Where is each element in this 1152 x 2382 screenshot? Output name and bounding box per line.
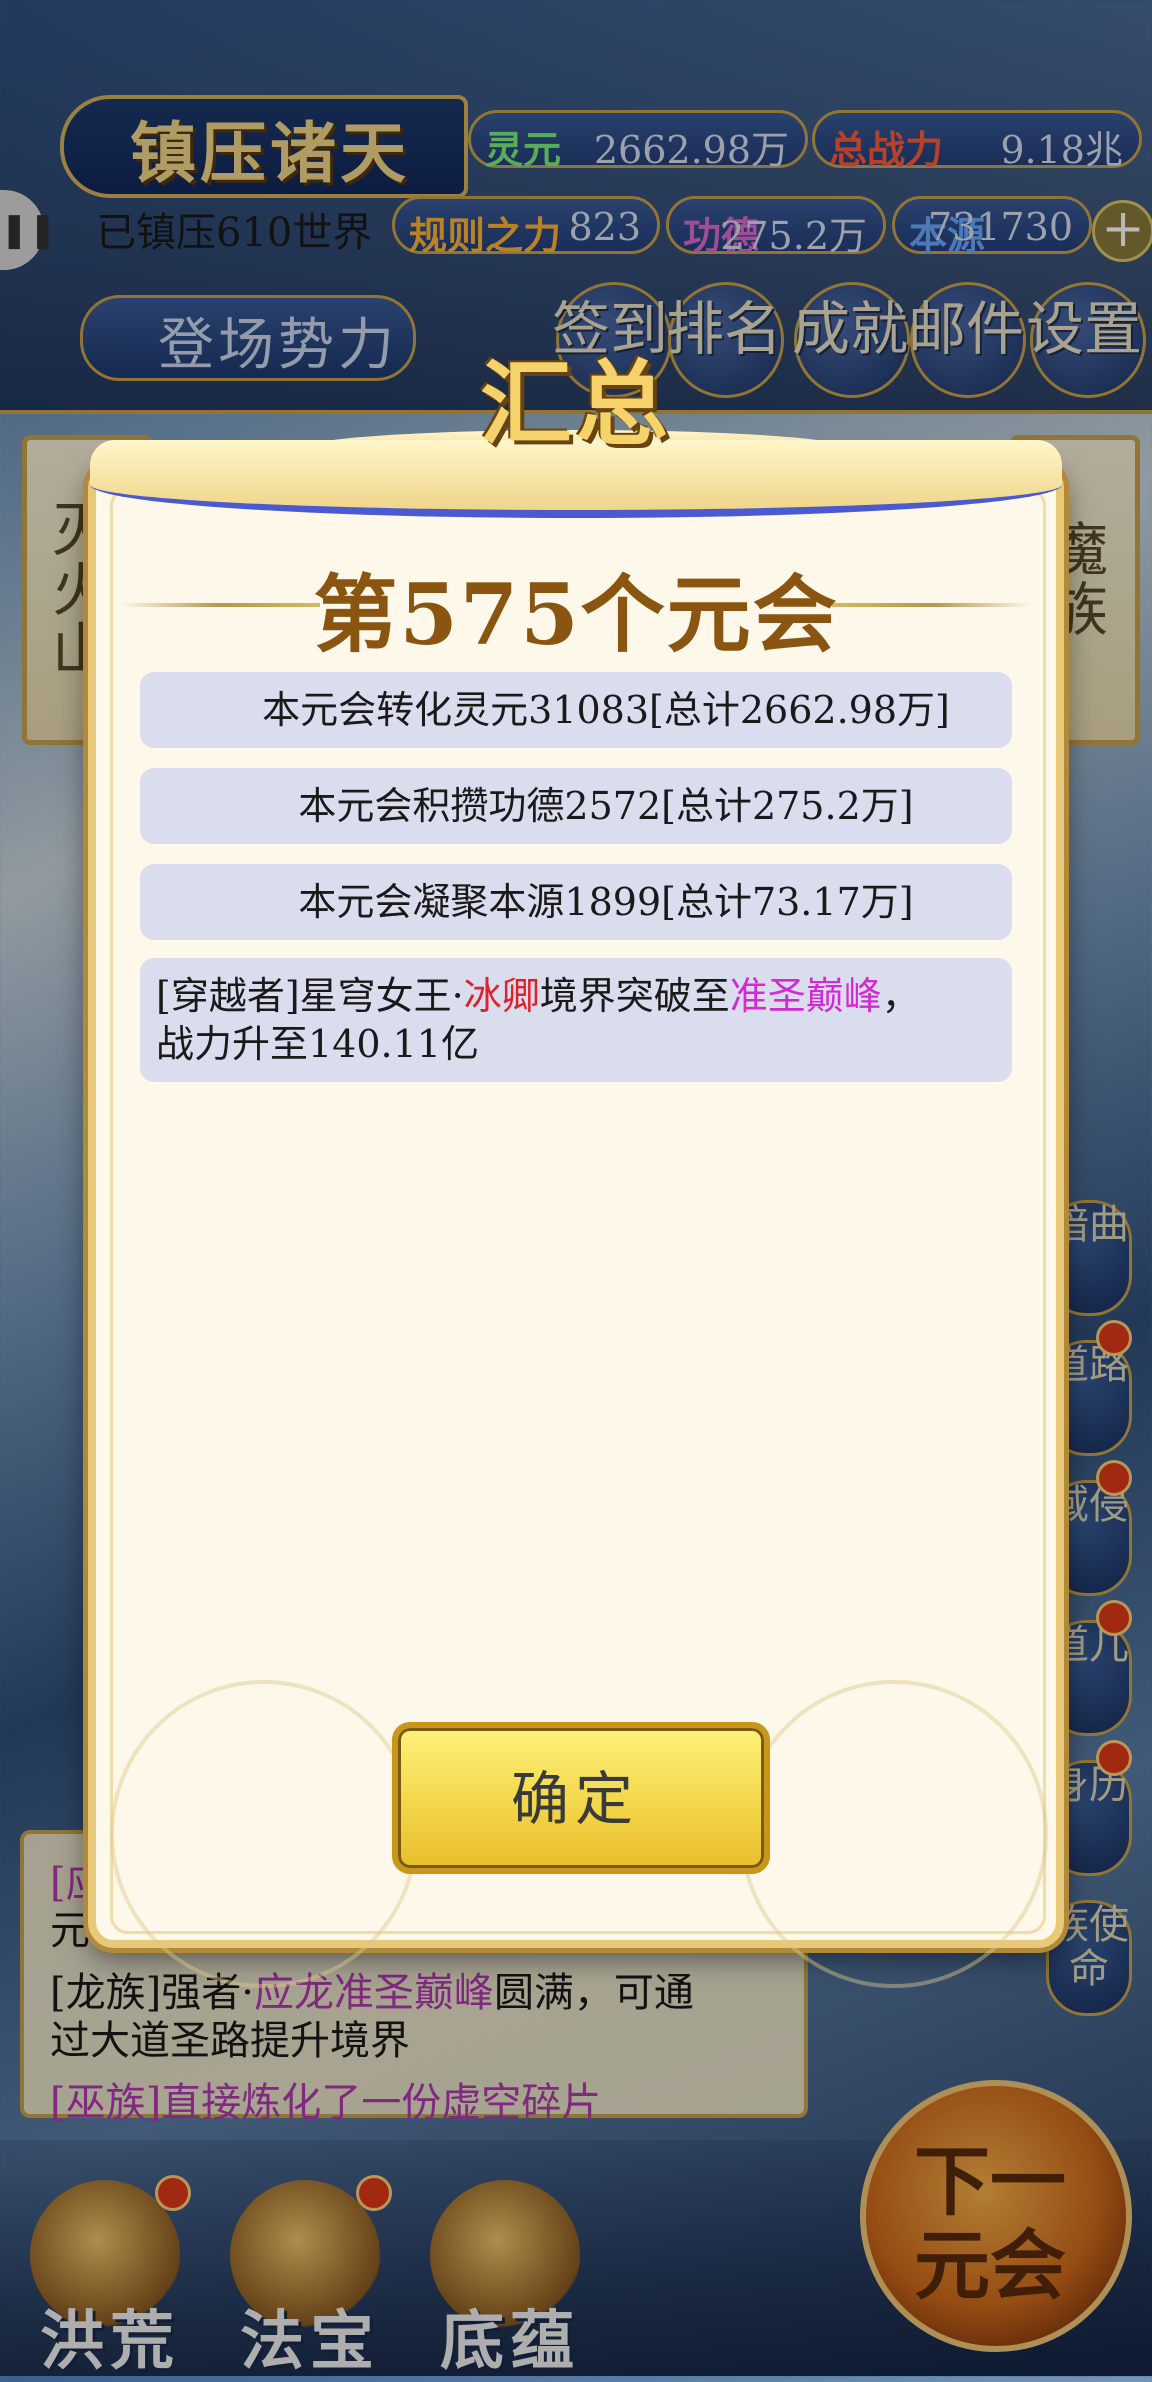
event-suffix: ， — [881, 974, 920, 1018]
divider-left — [120, 603, 320, 607]
decor-swirl-icon — [740, 1680, 1048, 1988]
confirm-button-label: 确定 — [510, 1765, 639, 1833]
decor-swirl-icon — [110, 1680, 418, 1988]
era-title: 第575个元会 — [313, 565, 839, 664]
summary-row-merit: 本元会积攒功德2572[总计275.2万] — [140, 768, 1012, 844]
divider-right — [832, 603, 1032, 607]
event-prefix: [穿越者]星穹女王· — [156, 974, 464, 1018]
event-character-name: 冰卿 — [463, 974, 540, 1018]
dialog-title: 汇总 — [479, 350, 672, 458]
summary-row-lingyuan: 本元会转化灵元31083[总计2662.98万] — [140, 672, 1012, 748]
summary-row-event: [穿越者]星穹女王·冰卿境界突破至准圣巅峰， 战力升至140.11亿 — [140, 958, 1012, 1082]
summary-row-source: 本元会凝聚本源1899[总计73.17万] — [140, 864, 1012, 940]
event-line2: 战力升至140.11亿 — [156, 1022, 479, 1066]
event-realm: 准圣巅峰 — [729, 974, 882, 1018]
event-mid: 境界突破至 — [539, 974, 730, 1018]
